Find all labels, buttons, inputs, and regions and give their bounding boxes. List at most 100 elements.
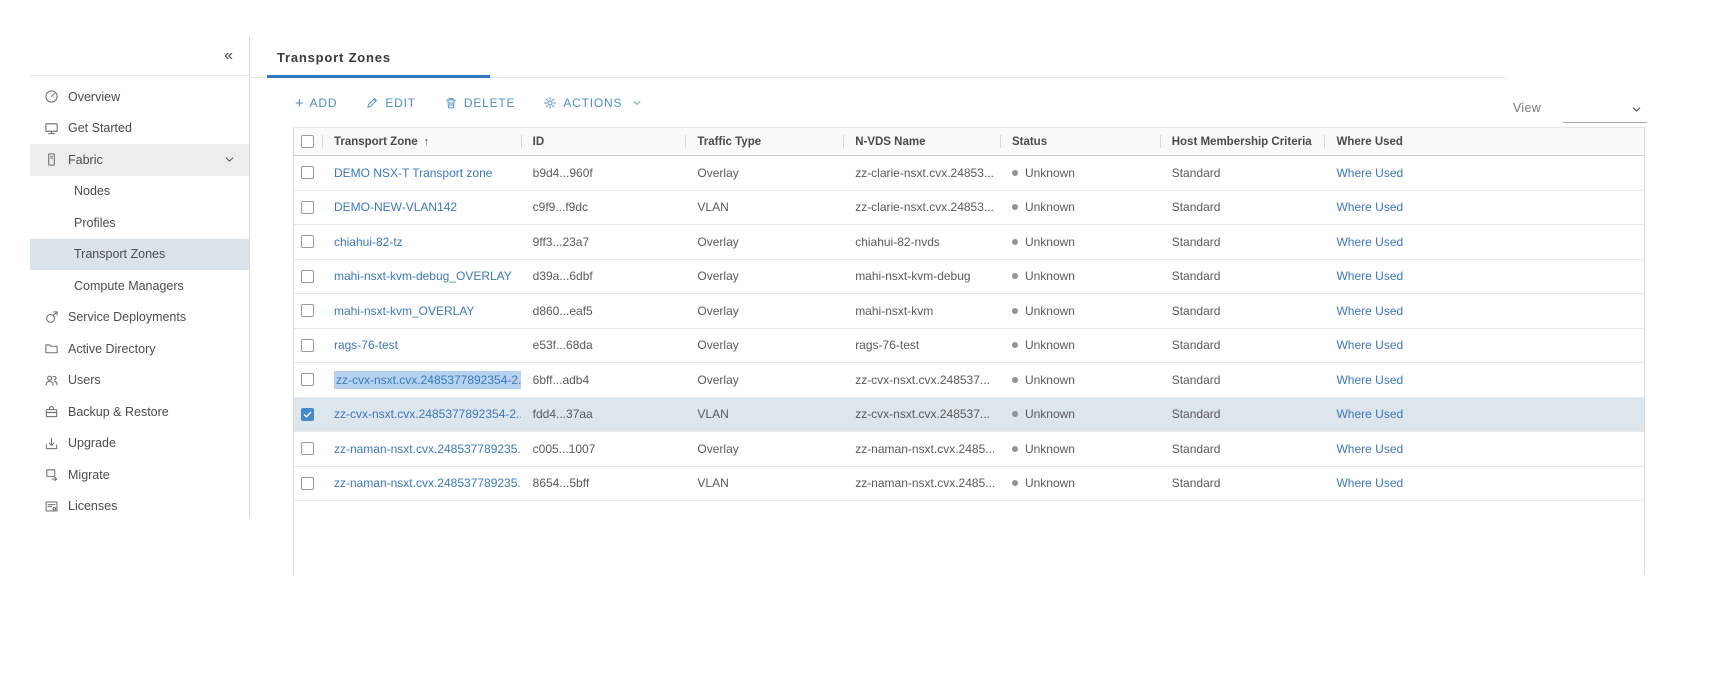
transport-zone-link[interactable]: zz-naman-nsxt.cvx.248537789235... (334, 476, 521, 490)
sidebar-item-migrate[interactable]: Migrate (30, 459, 249, 491)
sidebar-item-label: Licenses (68, 499, 117, 513)
status-unknown-dot (1012, 308, 1018, 314)
row-checkbox[interactable] (301, 477, 314, 490)
host-icon (44, 152, 59, 167)
where-used-link[interactable]: Where Used (1336, 373, 1403, 387)
status-unknown-dot (1012, 342, 1018, 348)
row-checkbox-cell (294, 294, 322, 328)
deploy-icon (44, 310, 59, 325)
cell-transport-zone: zz-cvx-nsxt.cvx.2485377892354-2... (322, 363, 521, 397)
table-row[interactable]: DEMO NSX-T Transport zone b9d4...960f Ov… (294, 156, 1644, 191)
column-header-host-membership-criteria[interactable]: Host Membership Criteria (1160, 128, 1325, 155)
row-checkbox[interactable] (301, 304, 314, 317)
table-row[interactable]: DEMO-NEW-VLAN142 c9f9...f9dc VLAN zz-cla… (294, 191, 1644, 226)
row-checkbox-cell (294, 191, 322, 225)
column-header-label: Transport Zone (334, 136, 418, 148)
pencil-icon (365, 96, 379, 110)
transport-zone-link[interactable]: zz-cvx-nsxt.cvx.2485377892354-2... (334, 371, 521, 389)
where-used-link[interactable]: Where Used (1336, 235, 1403, 249)
sidebar-item-licenses[interactable]: Licenses (30, 491, 249, 523)
where-used-link[interactable]: Where Used (1336, 476, 1403, 490)
where-used-link[interactable]: Where Used (1336, 200, 1403, 214)
tab-transport-zones[interactable]: Transport Zones (267, 37, 401, 78)
table-row[interactable]: zz-cvx-nsxt.cvx.2485377892354-2... 6bff.… (294, 363, 1644, 398)
row-checkbox[interactable] (301, 235, 314, 248)
add-button[interactable]: +ADD (295, 96, 337, 111)
cell-id: d860...eaf5 (521, 294, 686, 328)
cell-traffic-type: VLAN (685, 467, 843, 501)
delete-button[interactable]: DELETE (444, 96, 515, 110)
sidebar-item-transport-zones[interactable]: Transport Zones (30, 239, 249, 271)
table-row[interactable]: zz-cvx-nsxt.cvx.2485377892354-2... fdd4.… (294, 398, 1644, 433)
sidebar-item-compute-managers[interactable]: Compute Managers (30, 270, 249, 302)
cell-nvds-name: zz-cvx-nsxt.cvx.248537... (843, 363, 1000, 397)
transport-zone-link[interactable]: zz-naman-nsxt.cvx.248537789235... (334, 442, 521, 456)
collapse-sidebar-icon[interactable]: « (224, 48, 233, 64)
where-used-link[interactable]: Where Used (1336, 442, 1403, 456)
cell-transport-zone: DEMO NSX-T Transport zone (322, 156, 521, 190)
sidebar-item-backup-restore[interactable]: Backup & Restore (30, 396, 249, 428)
sidebar-item-overview[interactable]: Overview (30, 81, 249, 113)
where-used-link[interactable]: Where Used (1336, 338, 1403, 352)
column-header-transport-zone[interactable]: Transport Zone ↑ (322, 128, 521, 155)
edit-button[interactable]: EDIT (365, 96, 416, 110)
where-used-link[interactable]: Where Used (1336, 269, 1403, 283)
row-checkbox[interactable] (301, 373, 314, 386)
sidebar-item-users[interactable]: Users (30, 365, 249, 397)
table-row[interactable]: mahi-nsxt-kvm_OVERLAY d860...eaf5 Overla… (294, 294, 1644, 329)
select-all-checkbox[interactable] (301, 135, 314, 148)
row-checkbox[interactable] (301, 339, 314, 352)
view-dropdown[interactable] (1563, 93, 1647, 123)
table-row[interactable]: chiahui-82-tz 9ff3...23a7 Overlay chiahu… (294, 225, 1644, 260)
transport-zone-link[interactable]: DEMO-NEW-VLAN142 (334, 200, 457, 214)
row-checkbox[interactable] (301, 408, 314, 421)
cell-host-membership: Standard (1160, 294, 1325, 328)
column-header-where-used[interactable]: Where Used (1324, 128, 1644, 155)
table-row[interactable]: rags-76-test e53f...68da Overlay rags-76… (294, 329, 1644, 364)
cell-transport-zone: mahi-nsxt-kvm_OVERLAY (322, 294, 521, 328)
transport-zone-link[interactable]: rags-76-test (334, 338, 398, 352)
sidebar-item-profiles[interactable]: Profiles (30, 207, 249, 239)
actions-button[interactable]: ACTIONS (543, 96, 643, 110)
cell-nvds-name: zz-naman-nsxt.cvx.2485... (843, 467, 1000, 501)
row-checkbox[interactable] (301, 442, 314, 455)
where-used-link[interactable]: Where Used (1336, 166, 1403, 180)
transport-zone-link[interactable]: chiahui-82-tz (334, 235, 403, 249)
sidebar-item-get-started[interactable]: Get Started (30, 113, 249, 145)
sidebar-item-fabric[interactable]: Fabric (30, 144, 249, 176)
transport-zone-link[interactable]: mahi-nsxt-kvm-debug_OVERLAY (334, 269, 512, 283)
row-checkbox-cell (294, 363, 322, 397)
table-row[interactable]: zz-naman-nsxt.cvx.248537789235... 8654..… (294, 467, 1644, 502)
cell-status: Unknown (1000, 191, 1160, 225)
status-unknown-dot (1012, 204, 1018, 210)
where-used-link[interactable]: Where Used (1336, 304, 1403, 318)
cell-where-used: Where Used (1324, 191, 1644, 225)
column-header-nvds-name[interactable]: N-VDS Name (843, 128, 1000, 155)
status-text: Unknown (1025, 235, 1075, 249)
cell-where-used: Where Used (1324, 225, 1644, 259)
transport-zone-link[interactable]: mahi-nsxt-kvm_OVERLAY (334, 304, 474, 318)
sidebar-item-active-directory[interactable]: Active Directory (30, 333, 249, 365)
table-row[interactable]: mahi-nsxt-kvm-debug_OVERLAY d39a...6dbf … (294, 260, 1644, 295)
row-checkbox[interactable] (301, 270, 314, 283)
licenses-icon (44, 499, 59, 514)
cell-id: 8654...5bff (521, 467, 686, 501)
row-checkbox[interactable] (301, 166, 314, 179)
transport-zone-link[interactable]: zz-cvx-nsxt.cvx.2485377892354-2... (334, 407, 521, 421)
cell-nvds-name: zz-clarie-nsxt.cvx.24853... (843, 191, 1000, 225)
column-header-status[interactable]: Status (1000, 128, 1160, 155)
status-text: Unknown (1025, 407, 1075, 421)
cell-where-used: Where Used (1324, 363, 1644, 397)
transport-zone-link[interactable]: DEMO NSX-T Transport zone (334, 166, 493, 180)
sidebar-item-nodes[interactable]: Nodes (30, 176, 249, 208)
cell-transport-zone: zz-naman-nsxt.cvx.248537789235... (322, 432, 521, 466)
table-row[interactable]: zz-naman-nsxt.cvx.248537789235... c005..… (294, 432, 1644, 467)
row-checkbox[interactable] (301, 201, 314, 214)
column-header-traffic-type[interactable]: Traffic Type (685, 128, 843, 155)
column-header-id[interactable]: ID (521, 128, 686, 155)
sidebar-item-label: Profiles (74, 216, 116, 230)
cell-host-membership: Standard (1160, 260, 1325, 294)
sidebar-item-upgrade[interactable]: Upgrade (30, 428, 249, 460)
where-used-link[interactable]: Where Used (1336, 407, 1403, 421)
sidebar-item-service-deployments[interactable]: Service Deployments (30, 302, 249, 334)
